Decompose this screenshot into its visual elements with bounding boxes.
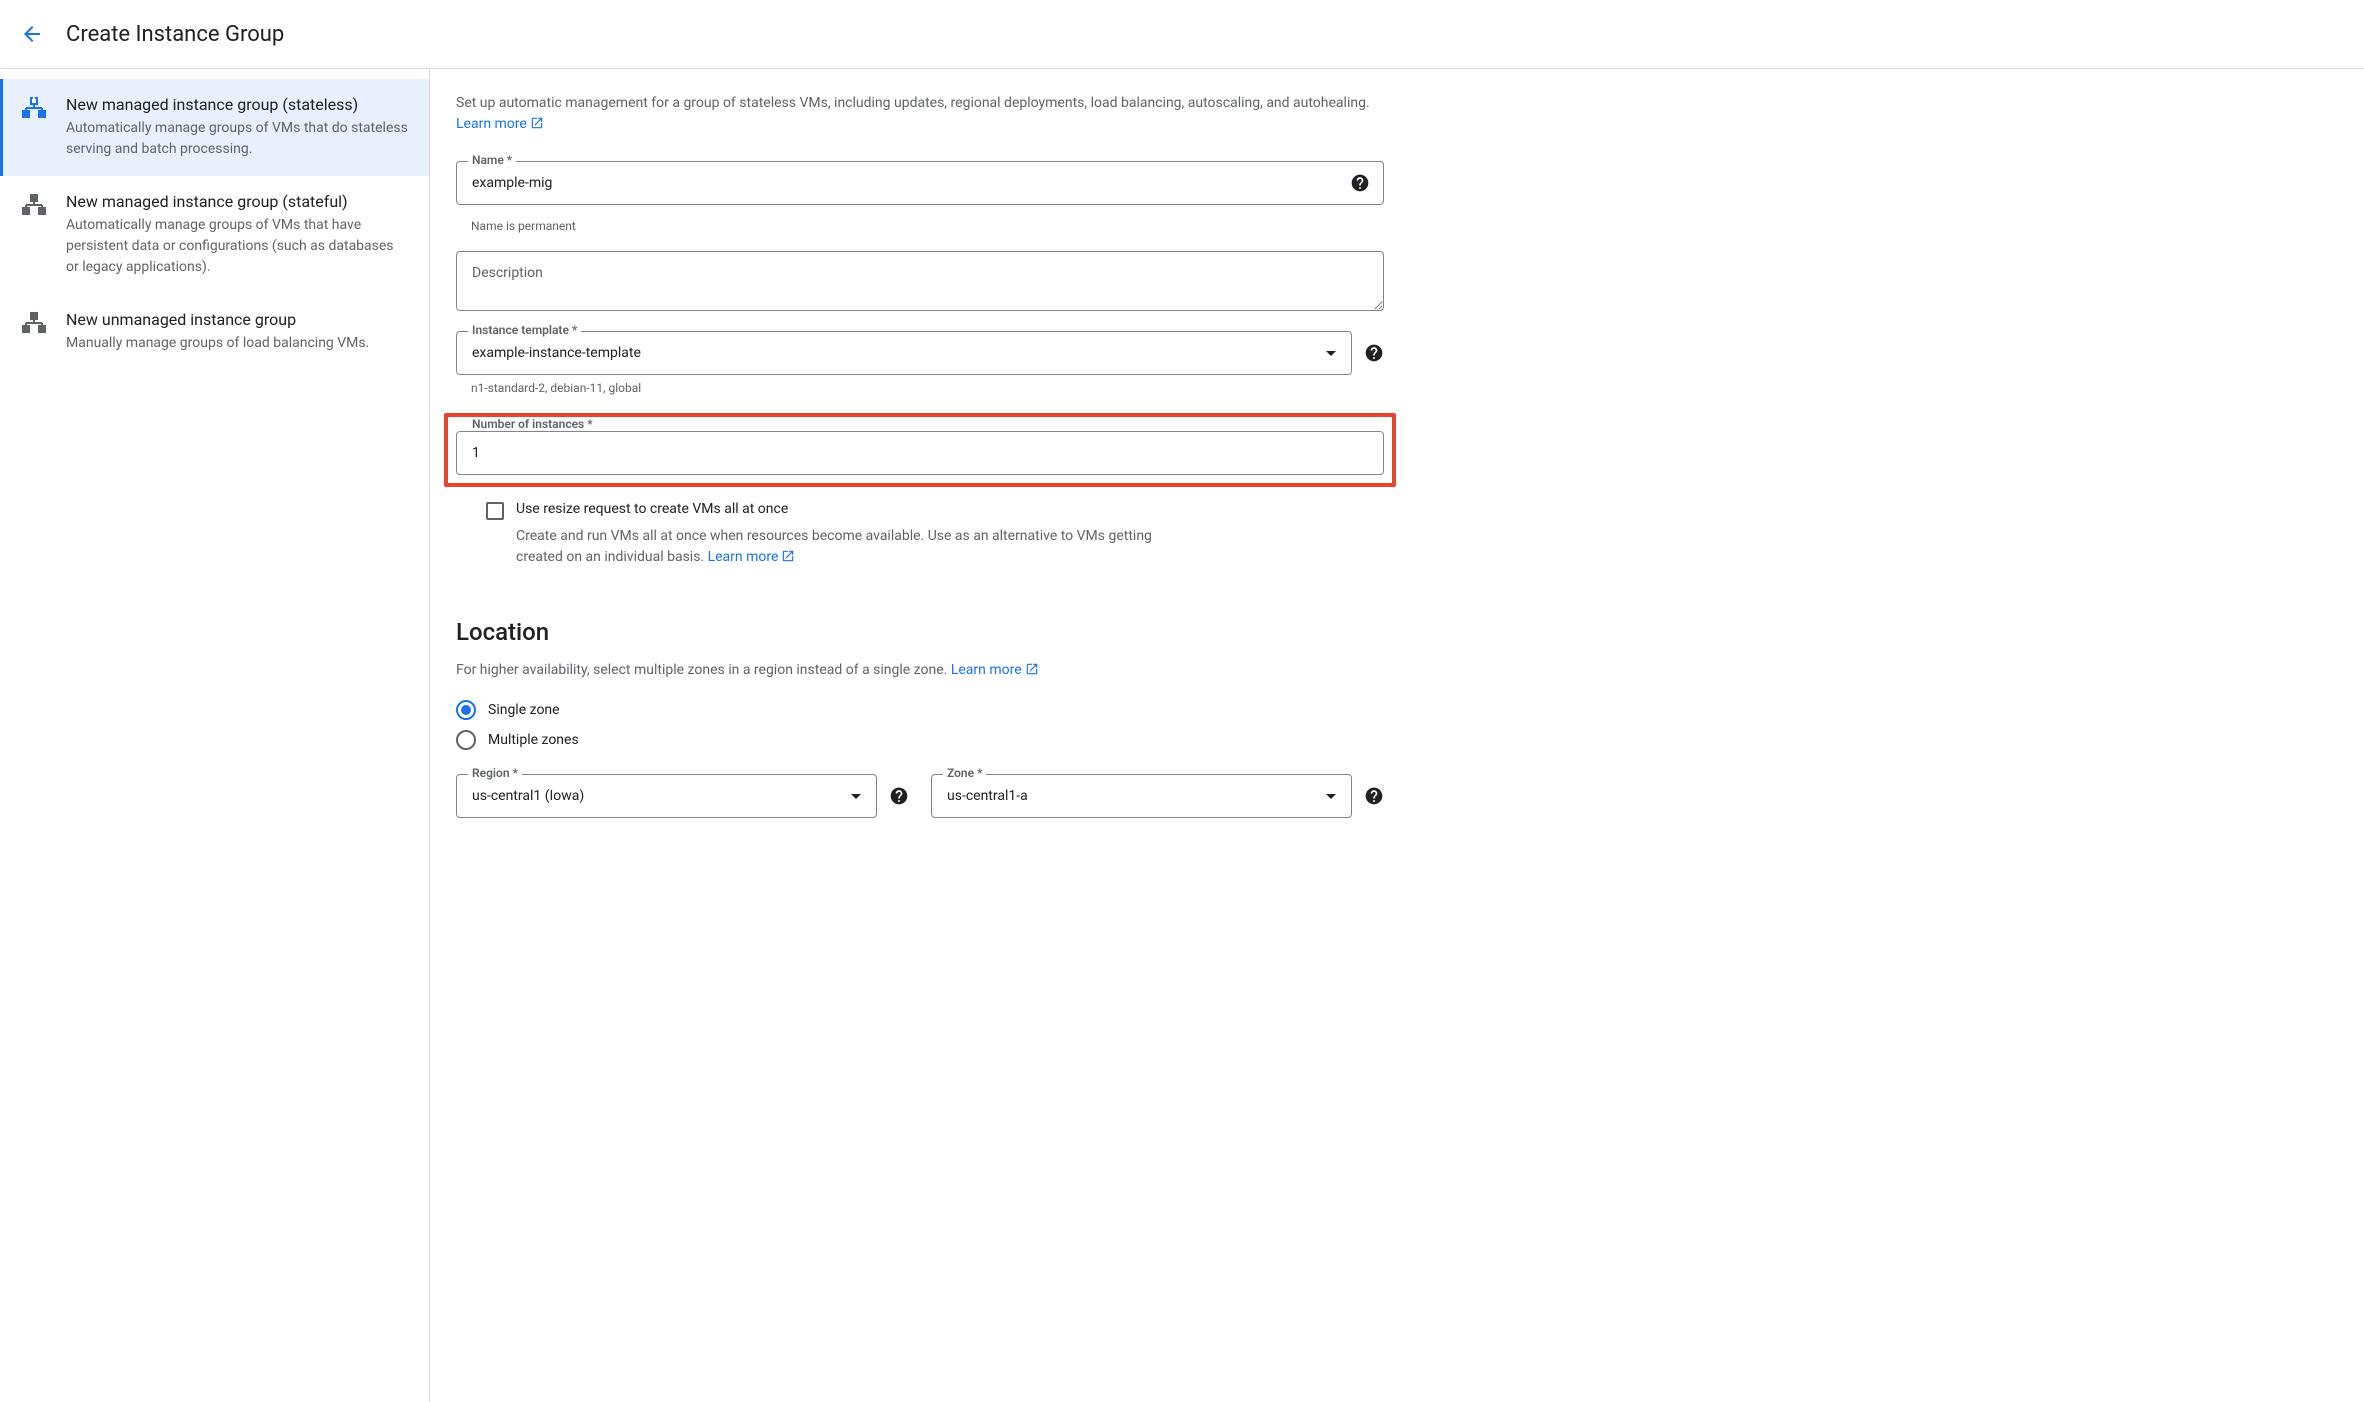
sidebar-item-desc: Manually manage groups of load balancing… (66, 333, 409, 354)
radio-button[interactable] (456, 730, 476, 750)
region-field-wrap: Region * us-central1 (Iowa) (456, 774, 909, 818)
intro-text: Set up automatic management for a group … (456, 93, 1384, 137)
external-link-icon (1025, 662, 1039, 680)
radio-button[interactable] (456, 700, 476, 720)
resize-request-checkbox-row[interactable]: Use resize request to create VMs all at … (486, 501, 1384, 520)
sidebar-item-desc: Automatically manage groups of VMs that … (66, 118, 409, 160)
help-icon[interactable] (889, 786, 909, 806)
instance-template-label: Instance template * (468, 323, 581, 337)
num-instances-input[interactable] (456, 431, 1384, 475)
arrow-left-icon (20, 22, 44, 46)
zone-field-wrap: Zone * us-central1-a (931, 774, 1384, 818)
radio-single-zone[interactable]: Single zone (456, 700, 1384, 720)
zone-type-radio-group: Single zone Multiple zones (456, 700, 1384, 750)
description-input[interactable] (456, 251, 1384, 311)
layout: New managed instance group (stateless) A… (0, 69, 2364, 1402)
location-title: Location (456, 618, 1384, 646)
resize-request-label: Use resize request to create VMs all at … (516, 501, 788, 517)
location-desc: For higher availability, select multiple… (456, 662, 1384, 680)
name-input[interactable] (456, 161, 1384, 205)
instance-template-field-wrap: Instance template * example-instance-tem… (456, 331, 1384, 375)
sidebar-item-unmanaged[interactable]: New unmanaged instance group Manually ma… (0, 294, 429, 370)
region-zone-row: Region * us-central1 (Iowa) Zone * us-ce… (456, 774, 1384, 818)
sidebar: New managed instance group (stateless) A… (0, 69, 430, 1402)
sidebar-item-title: New unmanaged instance group (66, 310, 409, 329)
chevron-down-icon (1326, 351, 1336, 356)
learn-more-link[interactable]: Learn more (951, 662, 1039, 678)
page-title: Create Instance Group (66, 22, 284, 47)
help-icon[interactable] (1350, 173, 1370, 193)
sidebar-item-title: New managed instance group (stateless) (66, 95, 409, 114)
instance-group-icon (20, 97, 48, 121)
resize-request-desc: Create and run VMs all at once when reso… (516, 526, 1156, 570)
num-instances-label: Number of instances * (468, 417, 597, 431)
instance-template-select[interactable]: example-instance-template (456, 331, 1352, 375)
name-helper: Name is permanent (456, 213, 1384, 233)
zone-select[interactable]: us-central1-a (931, 774, 1352, 818)
external-link-icon (530, 116, 544, 137)
page-header: Create Instance Group (0, 0, 2364, 69)
learn-more-link[interactable]: Learn more (708, 549, 796, 565)
chevron-down-icon (1326, 794, 1336, 799)
name-label: Name * (468, 153, 516, 167)
instance-group-icon (20, 194, 48, 218)
external-link-icon (781, 549, 795, 570)
zone-label: Zone * (943, 766, 986, 780)
instance-template-helper: n1-standard-2, debian-11, global (456, 375, 1384, 395)
sidebar-item-stateless[interactable]: New managed instance group (stateless) A… (0, 79, 429, 176)
learn-more-link[interactable]: Learn more (456, 116, 544, 132)
region-select[interactable]: us-central1 (Iowa) (456, 774, 877, 818)
instance-group-icon (20, 312, 48, 336)
back-button[interactable] (12, 14, 52, 54)
name-field: Name * (456, 161, 1384, 205)
sidebar-item-stateful[interactable]: New managed instance group (stateful) Au… (0, 176, 429, 294)
help-icon[interactable] (1364, 786, 1384, 806)
help-icon[interactable] (1364, 343, 1384, 363)
main-content: Set up automatic management for a group … (430, 69, 1410, 1402)
region-label: Region * (468, 766, 522, 780)
num-instances-field: Number of instances * (456, 425, 1384, 475)
highlighted-number-of-instances: Number of instances * (444, 413, 1396, 487)
radio-multiple-zones[interactable]: Multiple zones (456, 730, 1384, 750)
sidebar-item-desc: Automatically manage groups of VMs that … (66, 215, 409, 278)
chevron-down-icon (851, 794, 861, 799)
resize-request-checkbox[interactable] (486, 502, 504, 520)
sidebar-item-title: New managed instance group (stateful) (66, 192, 409, 211)
